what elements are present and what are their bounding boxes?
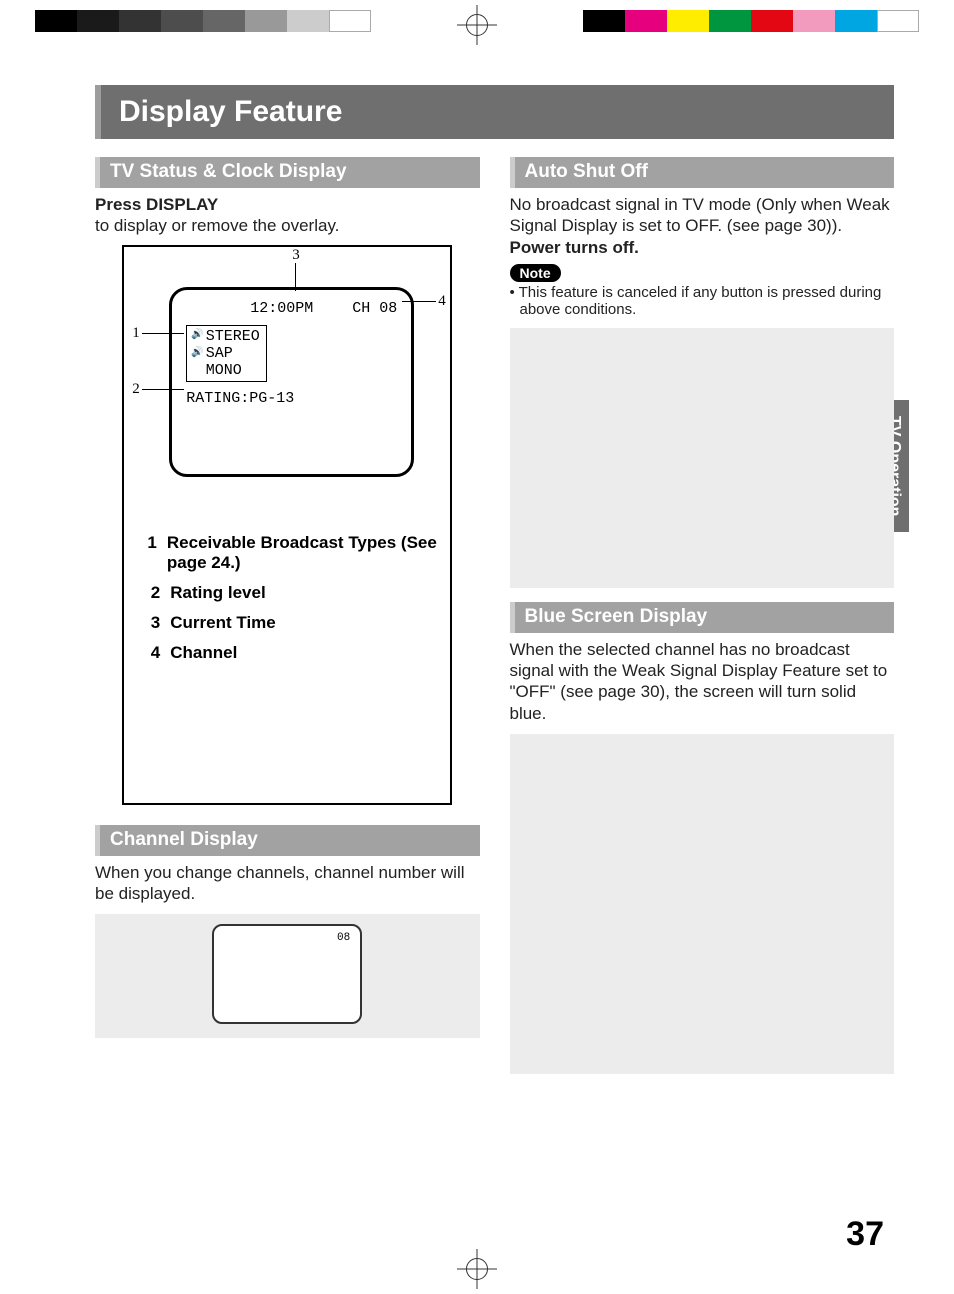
heading-blue-screen: Blue Screen Display bbox=[510, 602, 895, 633]
page-number: 37 bbox=[846, 1215, 884, 1254]
auto-shut-off-body1: No broadcast signal in TV mode (Only whe… bbox=[510, 194, 895, 237]
callout-1: 1 bbox=[132, 325, 140, 342]
osd-audio-box: 🔊STEREO 🔊SAP 🔊MONO bbox=[186, 325, 266, 383]
speaker-icon: 🔊 bbox=[191, 348, 203, 360]
osd-rating: RATING:PG-13 bbox=[186, 390, 294, 407]
legend-item-3: Current Time bbox=[170, 613, 276, 633]
blue-screen-graybox bbox=[510, 734, 895, 1074]
legend-item-2: Rating level bbox=[170, 583, 265, 603]
crop-mark-top-icon bbox=[462, 10, 492, 40]
osd-channel: CH 08 bbox=[352, 300, 397, 317]
heading-channel-display: Channel Display bbox=[95, 825, 480, 856]
print-reg-color bbox=[583, 10, 919, 32]
speaker-icon: 🔊 bbox=[191, 330, 203, 342]
auto-shut-off-graybox bbox=[510, 328, 895, 588]
print-reg-gray bbox=[35, 10, 371, 32]
crop-mark-bottom-icon bbox=[462, 1254, 492, 1284]
channel-display-graybox: 08 bbox=[95, 914, 480, 1038]
callout-3: 3 bbox=[292, 247, 300, 264]
small-channel-number: 08 bbox=[337, 932, 350, 944]
legend-item-1: Receivable Broadcast Types (See page 24.… bbox=[167, 533, 442, 573]
heading-auto-shut-off: Auto Shut Off bbox=[510, 157, 895, 188]
callout-4: 4 bbox=[438, 293, 446, 310]
callout-2: 2 bbox=[132, 381, 140, 398]
heading-tv-status: TV Status & Clock Display bbox=[95, 157, 480, 188]
osd-time: 12:00PM bbox=[250, 300, 313, 317]
legend-item-4: Channel bbox=[170, 643, 237, 663]
tv-screen-illustration: 12:00PM CH 08 🔊STEREO 🔊SAP 🔊MONO RATING:… bbox=[169, 287, 414, 477]
tv-status-figure: 3 4 1 2 12:00PM CH 08 🔊STEREO 🔊SAP bbox=[122, 245, 452, 805]
channel-display-body: When you change channels, channel number… bbox=[95, 862, 480, 905]
page-title: Display Feature bbox=[95, 85, 894, 139]
tv-small-illustration: 08 bbox=[212, 924, 362, 1024]
press-display-desc: to display or remove the overlay. bbox=[95, 216, 339, 235]
press-display-label: Press DISPLAY bbox=[95, 195, 218, 214]
note-text: • This feature is canceled if any button… bbox=[510, 284, 895, 318]
auto-shut-off-body2: Power turns off. bbox=[510, 237, 895, 258]
note-label: Note bbox=[510, 264, 561, 282]
blue-screen-body: When the selected channel has no broadca… bbox=[510, 639, 895, 724]
